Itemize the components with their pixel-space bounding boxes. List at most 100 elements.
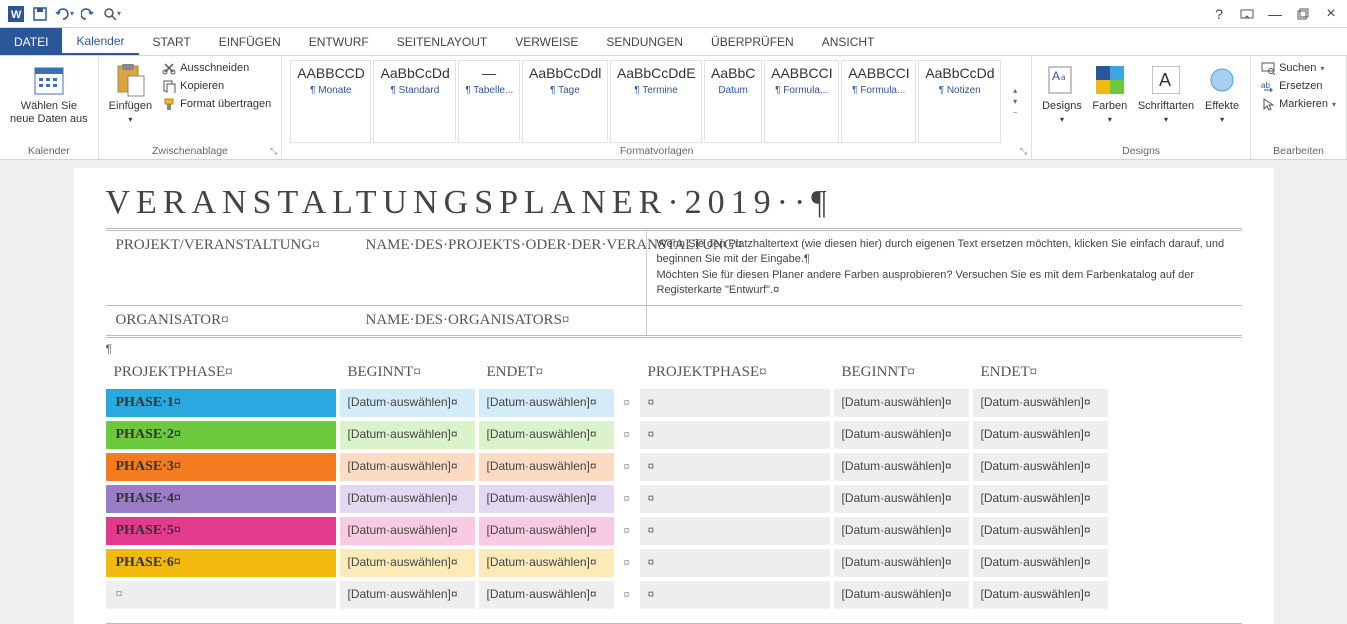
phase-name-r-5[interactable]: ¤ — [640, 549, 830, 577]
phase-name-5[interactable]: PHASE·6¤ — [106, 549, 336, 577]
style-preview: — — [465, 65, 513, 81]
copy-button[interactable]: Kopieren — [160, 78, 273, 94]
phase-begin-r-4[interactable]: [Datum·auswählen]¤ — [834, 517, 969, 545]
document-area[interactable]: VERANSTALTUNGSPLANER·2019··¶ PROJEKT/VER… — [0, 160, 1347, 624]
minimize-icon[interactable]: — — [1263, 2, 1287, 26]
phase-begin-l-3[interactable]: [Datum·auswählen]¤ — [340, 485, 475, 513]
phase-end-l-6[interactable]: [Datum·auswählen]¤ — [479, 581, 614, 609]
tab-entwurf[interactable]: ENTWURF — [295, 28, 383, 55]
phase-end-r-0[interactable]: [Datum·auswählen]¤ — [973, 389, 1108, 417]
phase-begin-r-0[interactable]: [Datum·auswählen]¤ — [834, 389, 969, 417]
project-label[interactable]: PROJEKT/VERANSTALTUNG¤ — [106, 231, 356, 305]
style-item-1[interactable]: AaBbCcDd¶ Standard — [373, 60, 456, 143]
phase-end-r-6[interactable]: [Datum·auswählen]¤ — [973, 581, 1108, 609]
style-item-3[interactable]: AaBbCcDdl¶ Tage — [522, 60, 608, 143]
format-painter-button[interactable]: Format übertragen — [160, 96, 273, 112]
phase-end-r-1[interactable]: [Datum·auswählen]¤ — [973, 421, 1108, 449]
project-value[interactable]: NAME·DES·PROJEKTS·ODER·DER·VERANSTALTUNG… — [356, 231, 646, 305]
style-item-8[interactable]: AaBbCcDd¶ Notizen — [918, 60, 1001, 143]
phase-end-l-4[interactable]: [Datum·auswählen]¤ — [479, 517, 614, 545]
phase-begin-l-2[interactable]: [Datum·auswählen]¤ — [340, 453, 475, 481]
style-preview: AaBbC — [711, 65, 755, 81]
phase-end-l-5[interactable]: [Datum·auswählen]¤ — [479, 549, 614, 577]
replace-button[interactable]: abErsetzen — [1259, 78, 1338, 94]
fonts-button[interactable]: ASchriftarten▾ — [1136, 60, 1196, 128]
phase-begin-l-4[interactable]: [Datum·auswählen]¤ — [340, 517, 475, 545]
phase-begin-r-3[interactable]: [Datum·auswählen]¤ — [834, 485, 969, 513]
effects-button[interactable]: Effekte▾ — [1202, 60, 1242, 128]
phase-begin-l-0[interactable]: [Datum·auswählen]¤ — [340, 389, 475, 417]
expand-icon[interactable]: ⤡ — [1020, 146, 1027, 157]
phase-end-l-1[interactable]: [Datum·auswählen]¤ — [479, 421, 614, 449]
phase-name-r-0[interactable]: ¤ — [640, 389, 830, 417]
colors-button[interactable]: Farben▾ — [1090, 60, 1130, 128]
tab-file[interactable]: DATEI — [0, 28, 62, 55]
group-title-clipboard: Zwischenablage⤡ — [107, 143, 274, 157]
phase-name-6[interactable]: ¤ — [106, 581, 336, 609]
phase-end-r-2[interactable]: [Datum·auswählen]¤ — [973, 453, 1108, 481]
style-name: ¶ Standard — [380, 85, 449, 96]
preview-icon[interactable]: ▾ — [100, 2, 124, 26]
group-title-edit: Bearbeiten — [1259, 143, 1338, 157]
tab-verweise[interactable]: VERWEISE — [501, 28, 592, 55]
phase-end-l-0[interactable]: [Datum·auswählen]¤ — [479, 389, 614, 417]
tab-ueberpruefen[interactable]: ÜBERPRÜFEN — [697, 28, 808, 55]
effects-icon — [1204, 62, 1240, 98]
phase-begin-r-2[interactable]: [Datum·auswählen]¤ — [834, 453, 969, 481]
tab-kalender[interactable]: Kalender — [62, 28, 138, 55]
phase-begin-r-5[interactable]: [Datum·auswählen]¤ — [834, 549, 969, 577]
style-gallery-expand[interactable]: ▴▾⎯ — [1007, 60, 1023, 143]
phase-begin-l-1[interactable]: [Datum·auswählen]¤ — [340, 421, 475, 449]
phase-name-4[interactable]: PHASE·5¤ — [106, 517, 336, 545]
organizer-value[interactable]: NAME·DES·ORGANISATORS¤ — [356, 306, 646, 335]
phase-begin-l-6[interactable]: [Datum·auswählen]¤ — [340, 581, 475, 609]
find-button[interactable]: Suchen ▾ — [1259, 60, 1338, 76]
phase-name-r-3[interactable]: ¤ — [640, 485, 830, 513]
phase-end-r-5[interactable]: [Datum·auswählen]¤ — [973, 549, 1108, 577]
style-item-6[interactable]: AABBCCI¶ Formula... — [764, 60, 839, 143]
phase-name-r-6[interactable]: ¤ — [640, 581, 830, 609]
cut-button[interactable]: Ausschneiden — [160, 60, 273, 76]
tab-seitenlayout[interactable]: SEITENLAYOUT — [383, 28, 501, 55]
phase-name-1[interactable]: PHASE·2¤ — [106, 421, 336, 449]
style-item-7[interactable]: AABBCCI¶ Formula... — [841, 60, 916, 143]
ribbon-options-icon[interactable] — [1235, 2, 1259, 26]
style-item-4[interactable]: AaBbCcDdE¶ Termine — [610, 60, 702, 143]
style-item-2[interactable]: —¶ Tabelle... — [458, 60, 520, 143]
help-icon[interactable]: ? — [1207, 2, 1231, 26]
undo-icon[interactable]: ▾ — [52, 2, 76, 26]
phase-begin-r-1[interactable]: [Datum·auswählen]¤ — [834, 421, 969, 449]
save-icon[interactable] — [28, 2, 52, 26]
redo-icon[interactable] — [76, 2, 100, 26]
phase-name-2[interactable]: PHASE·3¤ — [106, 453, 336, 481]
tab-start[interactable]: START — [139, 28, 205, 55]
tab-sendungen[interactable]: SENDUNGEN — [592, 28, 697, 55]
phase-name-r-4[interactable]: ¤ — [640, 517, 830, 545]
tab-ansicht[interactable]: ANSICHT — [808, 28, 889, 55]
restore-icon[interactable] — [1291, 2, 1315, 26]
organizer-label[interactable]: ORGANISATOR¤ — [106, 306, 356, 335]
phase-name-r-2[interactable]: ¤ — [640, 453, 830, 481]
description-text[interactable]: Wenn Sie den Platzhaltertext (wie diesen… — [646, 231, 1242, 305]
phase-end-r-3[interactable]: [Datum·auswählen]¤ — [973, 485, 1108, 513]
tab-einfuegen[interactable]: EINFÜGEN — [205, 28, 295, 55]
ribbon-group-clipboard: Einfügen▾ Ausschneiden Kopieren Format ü… — [99, 56, 283, 159]
designs-button[interactable]: AaDesigns▾ — [1040, 60, 1084, 128]
expand-icon[interactable]: ⤡ — [270, 146, 277, 157]
style-item-0[interactable]: AABBCCD¶ Monate — [290, 60, 371, 143]
phase-begin-r-6[interactable]: [Datum·auswählen]¤ — [834, 581, 969, 609]
select-button[interactable]: Markieren ▾ — [1259, 96, 1338, 112]
choose-dates-button[interactable]: Wählen Sie neue Daten aus — [8, 60, 90, 128]
phase-name-r-1[interactable]: ¤ — [640, 421, 830, 449]
phase-end-l-3[interactable]: [Datum·auswählen]¤ — [479, 485, 614, 513]
word-icon[interactable]: W — [4, 2, 28, 26]
phase-end-l-2[interactable]: [Datum·auswählen]¤ — [479, 453, 614, 481]
page-title[interactable]: VERANSTALTUNGSPLANER·2019··¶ — [106, 184, 1242, 222]
phase-end-r-4[interactable]: [Datum·auswählen]¤ — [973, 517, 1108, 545]
phase-name-3[interactable]: PHASE·4¤ — [106, 485, 336, 513]
paste-button[interactable]: Einfügen▾ — [107, 60, 154, 128]
close-icon[interactable]: × — [1319, 2, 1343, 26]
phase-begin-l-5[interactable]: [Datum·auswählen]¤ — [340, 549, 475, 577]
style-item-5[interactable]: AaBbCDatum — [704, 60, 762, 143]
phase-name-0[interactable]: PHASE·1¤ — [106, 389, 336, 417]
